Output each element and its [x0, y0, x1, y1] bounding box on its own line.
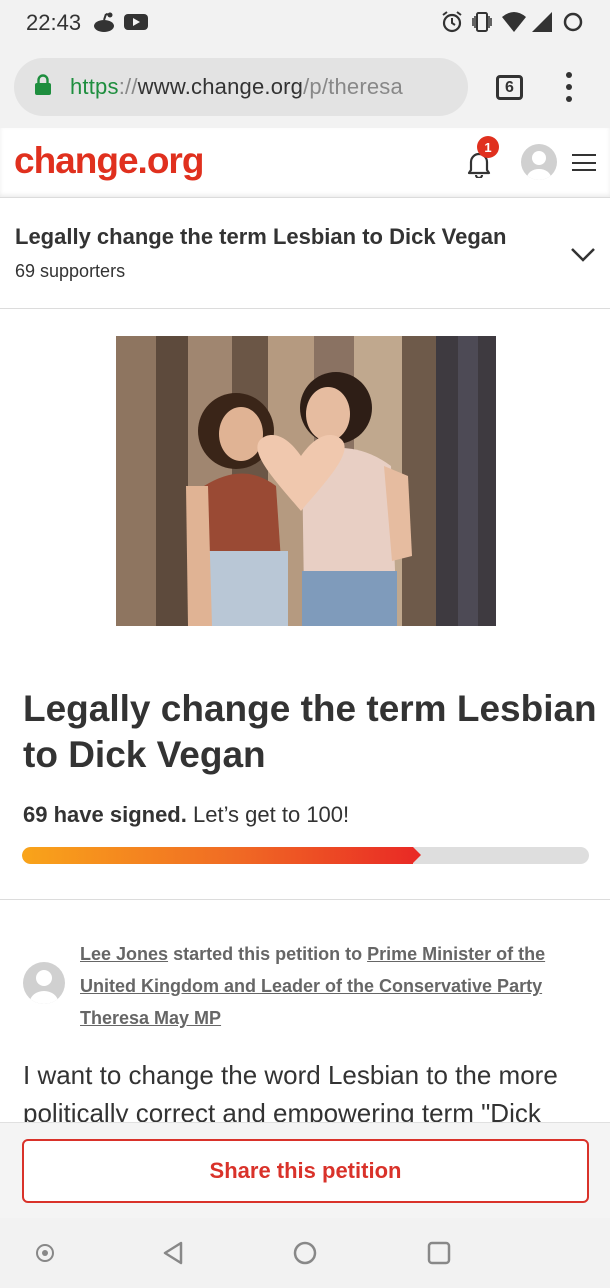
signed-count: 69 have signed.	[23, 802, 187, 827]
browser-toolbar: https://www.change.org/p/theresa 6	[0, 46, 610, 128]
sticky-petition-title: Legally change the term Lesbian to Dick …	[15, 224, 507, 249]
signature-goal: Let’s get to 100!	[192, 802, 350, 827]
cell-signal-icon	[532, 10, 552, 34]
tab-switcher-button[interactable]: 6	[496, 75, 523, 100]
home-icon[interactable]	[290, 1238, 320, 1268]
petition-starter-info: Lee Jones started this petition to Prime…	[80, 938, 580, 1034]
url-scheme: https	[70, 74, 119, 99]
petition-title: Legally change the term Lesbian to Dick …	[23, 688, 597, 775]
android-nav-bar	[0, 1218, 610, 1288]
site-header: change.org 1	[0, 128, 610, 198]
battery-saver-icon	[562, 10, 584, 34]
recents-icon[interactable]	[424, 1238, 454, 1268]
browser-menu-button[interactable]	[562, 72, 576, 102]
hamburger-menu-icon[interactable]	[572, 154, 596, 171]
section-divider	[0, 899, 610, 900]
status-bar: 22:43	[0, 0, 610, 46]
url-separator: ://	[118, 74, 138, 99]
alarm-icon	[440, 10, 464, 34]
kebab-dot	[566, 96, 572, 102]
kebab-dot	[566, 84, 572, 90]
notification-badge: 1	[477, 136, 499, 158]
back-icon[interactable]	[158, 1238, 188, 1268]
share-bar: Share this petition	[0, 1122, 610, 1218]
petition-photo	[116, 336, 496, 626]
signature-progress-bar	[22, 847, 589, 864]
url-text: https://www.change.org/p/theresa	[70, 74, 403, 100]
chevron-down-icon[interactable]	[570, 246, 596, 269]
hamburger-line	[572, 169, 596, 171]
starter-name-link[interactable]: Lee Jones	[80, 944, 168, 964]
signature-progress-tip	[413, 847, 421, 863]
starter-mid-text: started this petition to	[173, 944, 363, 964]
starter-avatar	[23, 962, 65, 1004]
address-bar[interactable]: https://www.change.org/p/theresa	[14, 58, 468, 116]
url-host: www.change.org	[137, 74, 304, 99]
vibrate-icon	[470, 10, 494, 34]
status-time: 22:43	[26, 10, 82, 35]
hamburger-line	[572, 161, 596, 164]
hamburger-line	[572, 154, 596, 156]
signature-status: 69 have signed. Let’s get to 100!	[23, 802, 349, 828]
user-avatar[interactable]	[521, 144, 557, 180]
assistant-dot-icon[interactable]	[30, 1238, 60, 1268]
youtube-notification-icon	[124, 10, 148, 34]
sticky-petition-bar[interactable]: Legally change the term Lesbian to Dick …	[0, 198, 610, 309]
url-path: /p/theresa	[303, 74, 403, 99]
kebab-dot	[566, 72, 572, 78]
reddit-notification-icon	[92, 10, 116, 34]
wifi-icon	[502, 10, 526, 34]
signature-progress-fill	[22, 847, 413, 864]
lock-icon	[34, 74, 52, 101]
sticky-supporter-count: 69 supporters	[15, 261, 126, 281]
share-petition-button[interactable]: Share this petition	[22, 1139, 589, 1203]
change-org-logo[interactable]: change.org	[14, 140, 204, 182]
